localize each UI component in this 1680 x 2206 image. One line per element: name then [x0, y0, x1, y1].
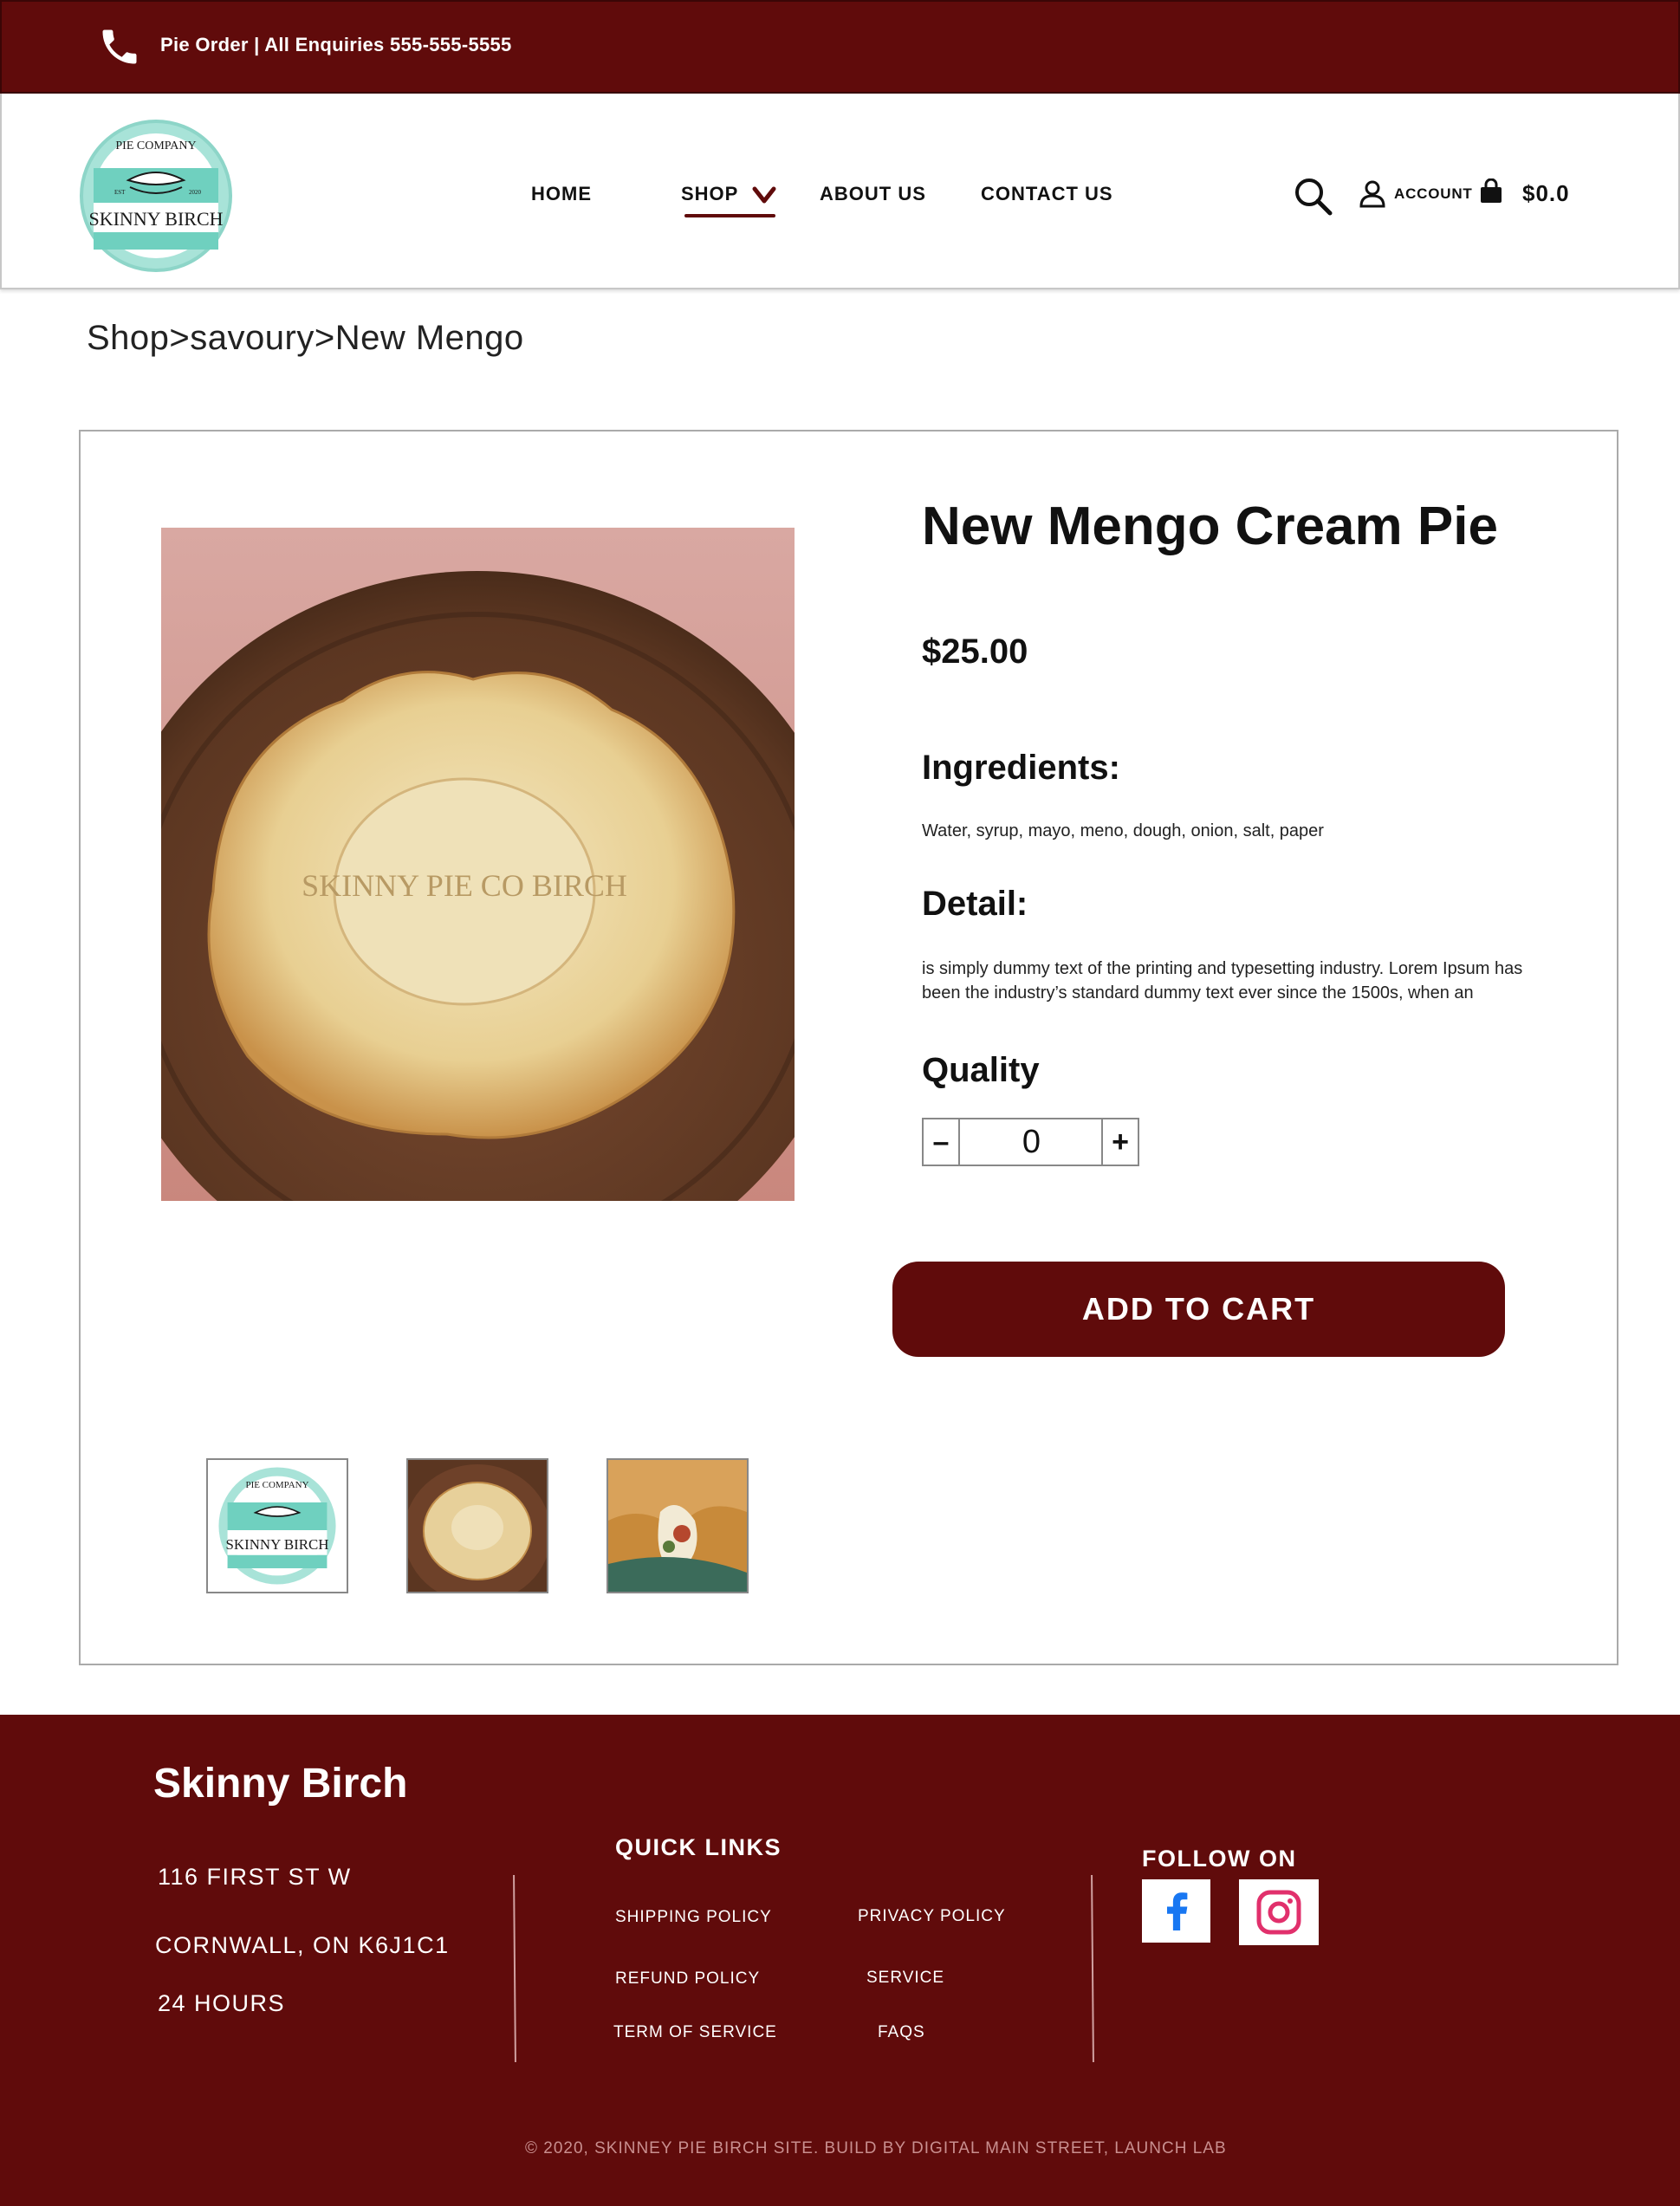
svg-text:2020: 2020: [189, 189, 202, 196]
thumbnail-pie-slice-image: [608, 1460, 747, 1592]
active-nav-underline: [684, 214, 775, 217]
top-contact-bar: Pie Order | All Enquiries 555-555-5555: [0, 0, 1680, 94]
privacy-policy-link[interactable]: PRIVACY POLICY: [858, 1907, 1006, 1926]
facebook-button[interactable]: [1142, 1879, 1210, 1943]
quantity-input[interactable]: [960, 1119, 1103, 1165]
terms-of-service-link[interactable]: TERM OF SERVICE: [613, 2023, 777, 2042]
phone-icon: [102, 29, 137, 64]
service-link[interactable]: SERVICE: [866, 1969, 944, 1988]
shopping-bag-icon[interactable]: [1478, 178, 1504, 204]
cart-total[interactable]: $0.0: [1522, 180, 1570, 207]
faqs-link[interactable]: FAQS: [878, 2023, 925, 2042]
svg-text:SKINNY BIRCH: SKINNY BIRCH: [226, 1536, 329, 1553]
footer-brand: Skinny Birch: [153, 1761, 408, 1807]
increase-quantity-button[interactable]: +: [1101, 1119, 1138, 1165]
refund-policy-link[interactable]: REFUND POLICY: [615, 1969, 760, 1989]
quality-heading: Quality: [922, 1051, 1040, 1089]
detail-text: is simply dummy text of the printing and…: [922, 959, 1523, 1002]
nav-contact-us[interactable]: CONTACT US: [981, 183, 1113, 205]
footer-divider: [1091, 1874, 1094, 2063]
product-main-image: SKINNY PIE CO BIRCH: [161, 528, 795, 1201]
account-link[interactable]: ACCOUNT: [1394, 185, 1473, 203]
svg-text:SKINNY BIRCH: SKINNY BIRCH: [88, 208, 223, 230]
site-footer: Skinny Birch 116 FIRST ST W CORNWALL, ON…: [0, 1715, 1680, 2206]
contact-phone-text[interactable]: Pie Order | All Enquiries 555-555-5555: [160, 34, 512, 56]
svg-text:SKINNY PIE CO BIRCH: SKINNY PIE CO BIRCH: [302, 868, 627, 903]
thumbnail-pie-top-image: [408, 1460, 547, 1592]
svg-text:PIE COMPANY: PIE COMPANY: [245, 1480, 308, 1490]
facebook-icon: [1166, 1891, 1187, 1930]
product-title: New Mengo Cream Pie: [922, 496, 1498, 556]
decrease-quantity-button[interactable]: –: [924, 1119, 960, 1165]
thumbnail-logo-image: PIE COMPANY SKINNY BIRCH: [218, 1467, 336, 1585]
svg-text:EST: EST: [114, 189, 126, 196]
copyright-text: © 2020, SKINNEY PIE BIRCH SITE. BUILD BY…: [525, 2139, 1227, 2157]
footer-hours: 24 HOURS: [158, 1990, 286, 2016]
svg-text:PIE COMPANY: PIE COMPANY: [115, 139, 196, 152]
chevron-down-icon[interactable]: [752, 185, 776, 204]
ingredients-heading: Ingredients:: [922, 749, 1120, 787]
quick-links-heading: QUICK LINKS: [615, 1834, 782, 1860]
search-icon[interactable]: [1294, 177, 1333, 217]
detail-heading: Detail:: [922, 885, 1028, 923]
add-to-cart-button[interactable]: ADD TO CART: [892, 1262, 1505, 1357]
follow-on-heading: FOLLOW ON: [1142, 1846, 1297, 1872]
instagram-icon: [1256, 1890, 1301, 1935]
thumbnail-pie-top[interactable]: [406, 1458, 548, 1593]
breadcrumb[interactable]: Shop>savoury>New Mengo: [87, 319, 524, 358]
shipping-policy-link[interactable]: SHIPPING POLICY: [615, 1908, 772, 1927]
product-price: $25.00: [922, 633, 1028, 671]
thumbnail-pie-slice[interactable]: [606, 1458, 749, 1593]
ingredients-text: Water, syrup, mayo, meno, dough, onion, …: [922, 821, 1324, 840]
footer-address-line1: 116 FIRST ST W: [158, 1864, 352, 1890]
nav-about-us[interactable]: ABOUT US: [820, 183, 926, 205]
instagram-button[interactable]: [1239, 1879, 1319, 1945]
account-icon[interactable]: [1359, 180, 1385, 208]
footer-address-line2: CORNWALL, ON K6J1C1: [155, 1932, 450, 1958]
nav-shop[interactable]: SHOP: [681, 183, 738, 205]
nav-home[interactable]: HOME: [531, 183, 592, 205]
skinny-birch-logo[interactable]: PIE COMPANY EST 2020 SKINNY BIRCH: [78, 118, 234, 274]
site-header: PIE COMPANY EST 2020 SKINNY BIRCH HOME S…: [0, 94, 1680, 289]
quantity-stepper: – +: [922, 1118, 1139, 1166]
thumbnail-logo[interactable]: PIE COMPANY SKINNY BIRCH: [206, 1458, 348, 1593]
footer-divider: [513, 1874, 516, 2063]
